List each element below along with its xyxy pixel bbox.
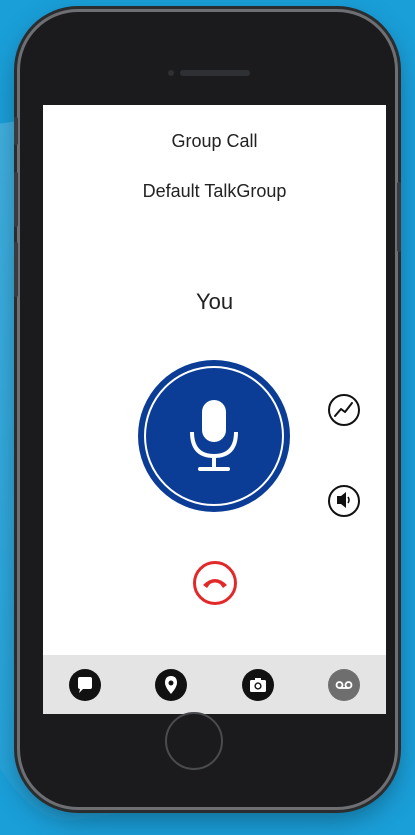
speaker-icon	[337, 492, 350, 508]
earpiece-speaker	[180, 70, 250, 76]
hang-up-icon	[203, 579, 227, 588]
talkgroup-name: Default TalkGroup	[142, 181, 287, 201]
app-screen: Group Call Default TalkGroup You	[43, 105, 386, 714]
home-button[interactable]	[165, 712, 223, 770]
tab-location[interactable]	[155, 669, 187, 701]
tab-voicemail[interactable]	[328, 669, 360, 701]
tab-camera[interactable]	[242, 669, 274, 701]
presence-button[interactable]	[328, 394, 360, 426]
call-type-label: Group Call	[171, 131, 258, 151]
camera-icon	[250, 678, 266, 692]
tab-messages[interactable]	[69, 669, 101, 701]
activity-icon	[334, 402, 353, 417]
push-to-talk-button[interactable]	[138, 360, 290, 512]
voicemail-icon	[335, 681, 353, 689]
chat-bubble-icon	[78, 677, 92, 693]
front-camera	[168, 70, 174, 76]
end-call-button[interactable]	[193, 561, 237, 605]
audio-route-button[interactable]	[328, 485, 360, 517]
bottom-tab-bar	[43, 655, 386, 714]
mute-switch	[14, 117, 18, 145]
map-pin-icon	[165, 676, 177, 694]
current-speaker: You	[195, 289, 234, 314]
volume-up-button	[14, 172, 18, 227]
microphone-icon	[190, 400, 238, 471]
volume-down-button	[14, 242, 18, 297]
power-button	[397, 182, 401, 252]
